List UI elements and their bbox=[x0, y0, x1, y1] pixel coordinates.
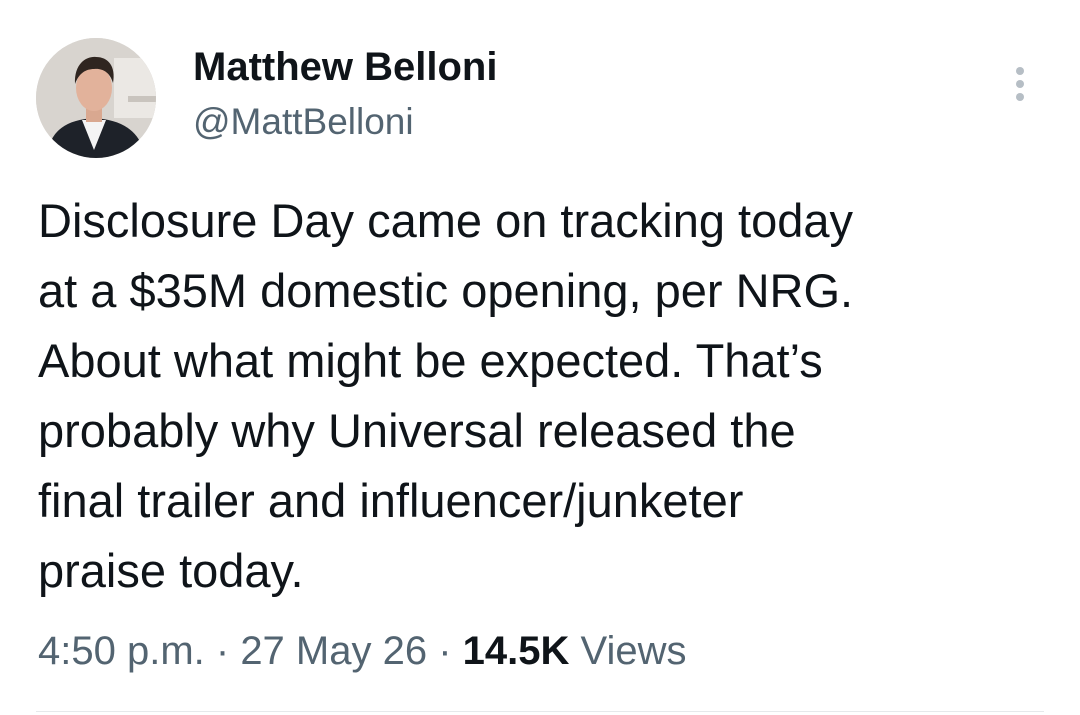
tweet-card: Matthew Belloni @MattBelloni Disclosure … bbox=[0, 0, 1080, 715]
author-display-name[interactable]: Matthew Belloni bbox=[193, 44, 497, 90]
more-vertical-icon-dot bbox=[1016, 93, 1024, 101]
tweet-text-line: probably why Universal released the bbox=[38, 404, 796, 457]
tweet-time[interactable]: 4:50 p.m. bbox=[38, 629, 205, 673]
tweet-date[interactable]: 27 May 26 bbox=[240, 629, 427, 673]
meta-separator: · bbox=[427, 629, 463, 673]
tweet-text-line: Disclosure Day came on tracking today bbox=[38, 194, 854, 247]
avatar-photo bbox=[36, 38, 156, 158]
tweet-text-line: About what might be expected. That’s bbox=[38, 334, 823, 387]
tweet-text-line: final trailer and influencer/junketer bbox=[38, 474, 744, 527]
meta-separator: · bbox=[204, 629, 241, 673]
views-count[interactable]: 14.5K bbox=[463, 629, 570, 673]
avatar[interactable] bbox=[36, 38, 156, 158]
views-label: Views bbox=[569, 629, 687, 673]
tweet-text-line: at a $35M domestic opening, per NRG. bbox=[38, 264, 854, 317]
more-vertical-icon-dot bbox=[1016, 80, 1024, 88]
tweet-text: Disclosure Day came on tracking today at… bbox=[38, 186, 1048, 606]
more-options-button[interactable] bbox=[1004, 62, 1036, 106]
tweet-meta: 4:50 p.m. · 27 May 26 · 14.5K Views bbox=[38, 626, 686, 676]
more-vertical-icon bbox=[1016, 67, 1024, 75]
divider bbox=[36, 711, 1044, 712]
tweet-text-line: praise today. bbox=[38, 544, 304, 597]
author-handle[interactable]: @MattBelloni bbox=[193, 100, 414, 144]
